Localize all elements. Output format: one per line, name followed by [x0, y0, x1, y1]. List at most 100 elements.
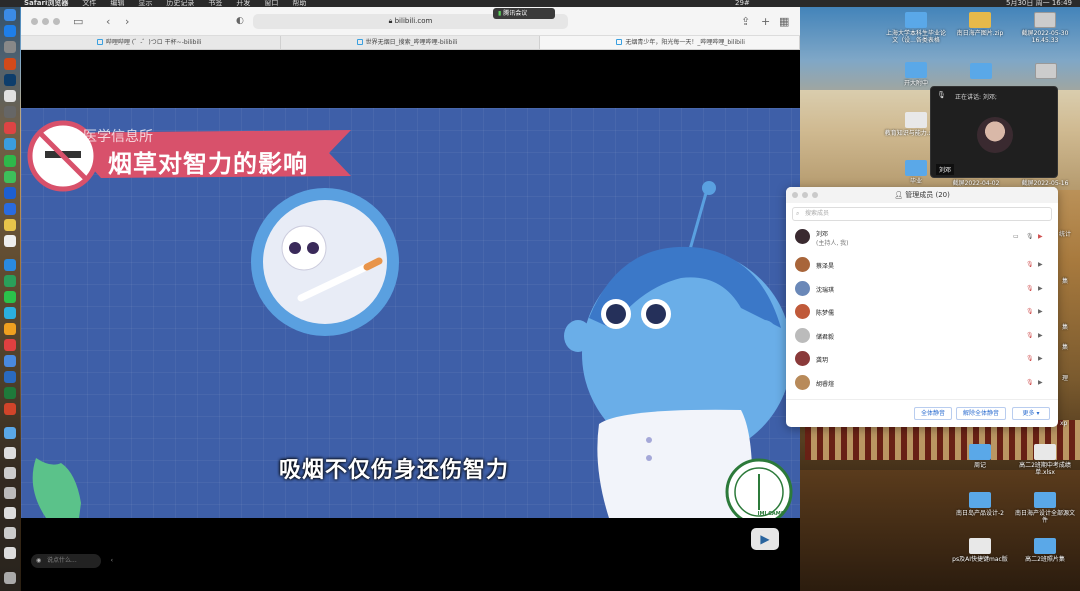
member-row[interactable]: 储君毅 🎙︎ ▶︎ — [786, 324, 1058, 348]
wechat-icon[interactable] — [4, 291, 16, 303]
folder-icon[interactable] — [970, 63, 992, 79]
powerpoint-icon[interactable] — [4, 403, 16, 415]
close-panel-button[interactable] — [792, 192, 798, 198]
back-icon[interactable]: ‹ — [106, 15, 110, 28]
desktop-icon-label-partial[interactable]: 理 — [1062, 373, 1068, 382]
desktop-icon[interactable]: 上海大学本科生毕业论文（设...各类表格 — [884, 12, 948, 44]
collapse-icon[interactable]: ‹ — [111, 554, 113, 568]
app-icon[interactable] — [4, 355, 16, 367]
document-icon[interactable] — [4, 467, 16, 479]
excel-icon[interactable] — [4, 387, 16, 399]
notes-icon[interactable] — [4, 219, 16, 231]
document-icon[interactable] — [4, 507, 16, 519]
member-search-input[interactable]: ⌕ 搜索成员 — [792, 207, 1052, 221]
browser-tab[interactable]: 世界无烟日_搜索_哔哩哔哩-bilibili — [281, 36, 541, 49]
camera-icon[interactable]: ▶︎ — [1038, 355, 1043, 362]
microphone-muted-icon[interactable]: 🎙︎ — [1026, 332, 1034, 339]
desktop-icon-label-partial[interactable]: 集 — [1062, 276, 1068, 285]
camera-icon[interactable]: ▶︎ — [1038, 285, 1043, 292]
desktop-icon[interactable]: 截屏2022-04-02 — [944, 180, 1008, 187]
desktop-icon-label-partial[interactable]: 集 — [1062, 342, 1068, 351]
photoshop-icon[interactable] — [4, 74, 16, 86]
camera-icon[interactable]: ▶︎ — [1038, 332, 1043, 339]
desktop-icon-label-partial[interactable]: xp — [1060, 420, 1067, 427]
browser-tab-active[interactable]: 无烟青少年，阳光每一天！_哔哩哔哩_bilibili — [540, 36, 801, 49]
camera-icon[interactable]: ▶︎ — [1038, 308, 1043, 315]
menu-item[interactable]: 开发 — [236, 0, 250, 7]
document-icon[interactable] — [4, 527, 16, 539]
app-icon[interactable] — [4, 155, 16, 167]
menu-item[interactable]: 历史记录 — [166, 0, 194, 7]
minimize-panel-button[interactable] — [802, 192, 808, 198]
menu-item[interactable]: 显示 — [138, 0, 152, 7]
desktop-icon-label-partial[interactable]: 统计 — [1059, 229, 1071, 238]
app-store-icon[interactable] — [4, 25, 16, 37]
trash-icon[interactable] — [4, 572, 16, 584]
app-icon[interactable] — [4, 275, 16, 287]
desktop-icon[interactable]: 截屏2022-05-30 16.45.33 — [1013, 12, 1077, 44]
menubar-clock[interactable]: 5月30日 周一 16:49 — [1006, 0, 1072, 7]
member-row[interactable]: 陈梦儒 🎙︎ ▶︎ — [786, 300, 1058, 324]
desktop-icon[interactable]: 开大附中 — [884, 62, 948, 87]
settings-icon[interactable] — [4, 41, 16, 53]
member-row[interactable]: 蔡泽昊 🎙︎ ▶︎ — [786, 253, 1058, 277]
play-icon[interactable]: ▶ — [751, 528, 779, 550]
menu-item[interactable]: 书签 — [208, 0, 222, 7]
member-row-host[interactable]: 刘邓 (主持人, 我) ▭ 🎙︎ ▶︎ — [786, 225, 1058, 253]
zoom-window-button[interactable] — [53, 18, 60, 25]
microphone-muted-icon[interactable]: 🎙︎ — [1026, 379, 1034, 386]
screenshot-icon[interactable] — [1035, 63, 1057, 79]
desktop-icon[interactable]: 南日岛产品设计-2 — [948, 492, 1012, 517]
desktop-icon[interactable]: ps及AI快捷键mac版 — [948, 538, 1012, 563]
browser-tab[interactable]: 哔哩哔哩 (゜-゜)つロ 干杯~-bilibili — [21, 36, 281, 49]
member-row[interactable]: 龚玥 🎙︎ ▶︎ — [786, 347, 1058, 371]
menu-item[interactable]: 文件 — [82, 0, 96, 7]
app-icon[interactable] — [4, 235, 16, 247]
app-icon[interactable] — [4, 122, 16, 134]
video-player[interactable]: IMI.CAMS 医学信息所 烟草对智力的影响 吸烟不仅伤身还伤智力 ▶ 说点什… — [21, 50, 800, 591]
app-icon[interactable] — [4, 259, 16, 271]
desktop-icon[interactable]: 南日海产设计全部源文件 — [1013, 492, 1077, 524]
desktop-icon[interactable]: 周记 — [948, 444, 1012, 469]
launchpad-icon[interactable] — [4, 90, 16, 102]
screen-share-icon[interactable]: ▭ — [1013, 233, 1019, 240]
desktop-icon[interactable]: 南日海产图片.zip — [948, 12, 1012, 37]
app-icon[interactable] — [4, 307, 16, 319]
camera-icon[interactable]: ▶︎ — [1038, 379, 1043, 386]
microphone-muted-icon[interactable]: 🎙︎ — [1026, 355, 1034, 362]
desktop-icon[interactable]: 高二2班期中考成绩单.xlsx — [1013, 444, 1077, 476]
meeting-indicator[interactable]: ▮ 腾讯会议 — [493, 8, 555, 19]
app-icon[interactable] — [4, 187, 16, 199]
document-icon[interactable] — [4, 447, 16, 459]
status-item[interactable]: 29# — [735, 0, 750, 7]
mute-all-button[interactable]: 全体静音 — [914, 407, 952, 420]
document-icon[interactable] — [4, 547, 16, 559]
unmute-all-button[interactable]: 解除全体静音 — [956, 407, 1006, 420]
desktop-icon[interactable]: 截屏2022-05-16 — [1013, 180, 1077, 187]
app-icon[interactable] — [4, 323, 16, 335]
forward-icon[interactable]: › — [125, 15, 129, 28]
app-icon[interactable] — [4, 171, 16, 183]
new-tab-icon[interactable]: + — [761, 15, 770, 28]
menu-item[interactable]: Safari浏览器 — [24, 0, 68, 7]
camera-icon[interactable]: ▶︎ — [1038, 261, 1043, 268]
sidebar-toggle-icon[interactable]: ▭ — [73, 15, 83, 28]
illustrator-icon[interactable] — [4, 58, 16, 70]
camera-off-icon[interactable]: ▶︎ — [1038, 233, 1043, 240]
member-row[interactable]: 胡睿煊 🎙︎ ▶︎ — [786, 371, 1058, 395]
microphone-muted-icon[interactable]: 🎙︎ — [1026, 285, 1034, 292]
microphone-muted-icon[interactable]: 🎙︎ — [1026, 261, 1034, 268]
desktop-icon[interactable]: 高二2班照片集 — [1013, 538, 1077, 563]
app-icon[interactable] — [4, 339, 16, 351]
document-icon[interactable] — [4, 487, 16, 499]
app-icon[interactable] — [4, 203, 16, 215]
minimize-window-button[interactable] — [42, 18, 49, 25]
danmaku-input[interactable]: 说点什么... ◉ ‹ — [31, 554, 113, 568]
microphone-muted-icon[interactable]: 🎙︎ — [1026, 308, 1034, 315]
privacy-shield-icon[interactable]: ◐ — [236, 16, 244, 26]
safari-icon[interactable] — [4, 138, 16, 150]
app-icon[interactable] — [4, 106, 16, 118]
zoom-panel-button[interactable] — [812, 192, 818, 198]
menu-item[interactable]: 编辑 — [110, 0, 124, 7]
folder-icon[interactable] — [4, 427, 16, 439]
